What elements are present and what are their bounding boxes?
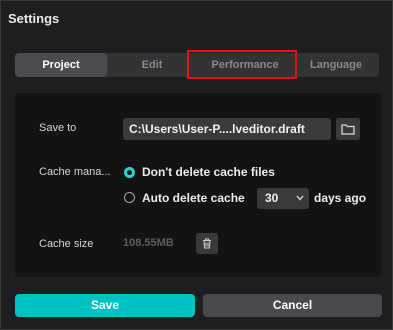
- tab-edit[interactable]: Edit: [107, 53, 197, 77]
- clear-cache-button[interactable]: [196, 233, 218, 254]
- settings-tabs: Project Edit Performance Language: [15, 53, 379, 77]
- chevron-down-icon: [296, 195, 304, 201]
- days-select-value: 30: [265, 191, 279, 205]
- trash-icon: [203, 238, 211, 249]
- cache-size-label: Cache size: [39, 238, 94, 250]
- days-ago-label: days ago: [314, 191, 367, 205]
- cache-management-label: Cache mana...: [39, 166, 111, 178]
- tab-performance[interactable]: Performance: [197, 53, 293, 77]
- auto-delete-cache-label[interactable]: Auto delete cache: [142, 191, 245, 205]
- auto-delete-cache-radio[interactable]: [124, 192, 135, 203]
- dont-delete-cache-radio[interactable]: [124, 167, 135, 178]
- cancel-button[interactable]: Cancel: [203, 294, 382, 317]
- save-to-label: Save to: [39, 122, 77, 134]
- dialog-title: Settings: [8, 11, 60, 26]
- save-path-field[interactable]: C:\Users\User-P....lveditor.draft: [123, 118, 331, 140]
- settings-dialog: Settings Project Edit Performance Langua…: [0, 0, 393, 330]
- tab-language[interactable]: Language: [293, 53, 379, 77]
- cache-size-value: 108.55MB: [123, 237, 174, 249]
- tab-project[interactable]: Project: [15, 53, 107, 77]
- days-select[interactable]: 30: [257, 188, 309, 209]
- save-button[interactable]: Save: [15, 294, 195, 317]
- folder-icon: [341, 124, 355, 135]
- browse-folder-button[interactable]: [336, 118, 360, 140]
- dont-delete-cache-label[interactable]: Don't delete cache files: [142, 165, 275, 179]
